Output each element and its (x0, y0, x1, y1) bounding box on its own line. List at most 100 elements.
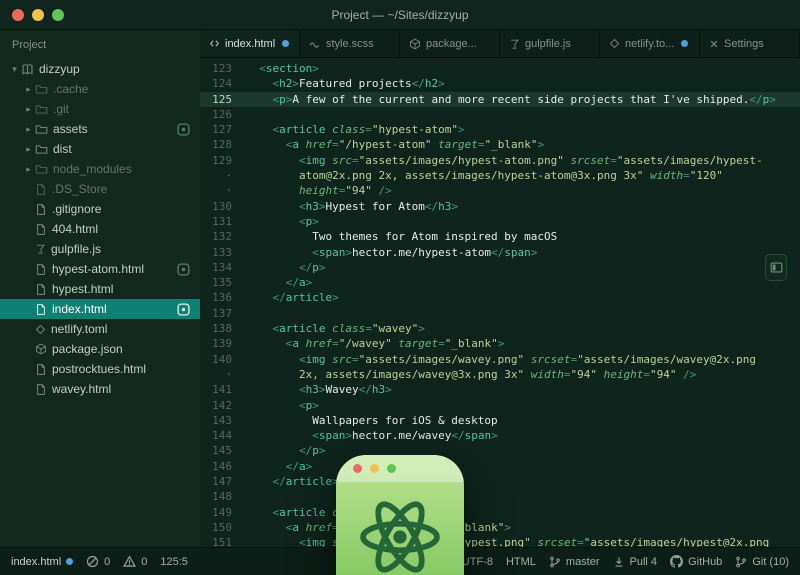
code-line[interactable]: 148 (200, 489, 800, 504)
code-line[interactable]: 126 (200, 107, 800, 122)
tree-item-label: .cache (53, 82, 88, 96)
code-line[interactable]: 143 Wallpapers for iOS & desktop (200, 413, 800, 428)
modified-dot-icon[interactable] (282, 40, 289, 47)
close-window-button[interactable] (12, 9, 24, 21)
code-line[interactable]: 123 <section> (200, 61, 800, 76)
code-line[interactable]: 127 <article class="hypest-atom"> (200, 122, 800, 137)
code-line[interactable]: 138 <article class="wavey"> (200, 321, 800, 336)
dock-toggle-button[interactable] (765, 254, 787, 281)
tree-item-dist[interactable]: ▸dist (0, 139, 200, 159)
tab-index.html[interactable]: index.html (200, 30, 300, 57)
tree-item-netlify.toml[interactable]: netlify.toml (0, 319, 200, 339)
code-line[interactable]: · height="94" /> (200, 183, 800, 198)
tree-item-dizzyup[interactable]: ▾dizzyup (0, 59, 200, 79)
code-text: <img src="assets/images/hypest-atom.png"… (246, 153, 763, 168)
tree-item-.gitignore[interactable]: .gitignore (0, 199, 200, 219)
tree-item-hypest.html[interactable]: hypest.html (0, 279, 200, 299)
icon-traffic-red (353, 464, 362, 473)
code-line[interactable]: 129 <img src="assets/images/hypest-atom.… (200, 153, 800, 168)
code-line[interactable]: · 2x, assets/images/wavey@3x.png 3x" wid… (200, 367, 800, 382)
tree-item-hypest-atom.html[interactable]: hypest-atom.html (0, 259, 200, 279)
chevron-icon[interactable]: ▸ (22, 124, 35, 135)
folder-icon (35, 163, 48, 176)
code-line[interactable]: 128 <a href="/hypest-atom" target="_blan… (200, 137, 800, 152)
tree-item-wavey.html[interactable]: wavey.html (0, 379, 200, 399)
cursor-position[interactable]: 125:5 (160, 556, 188, 568)
code-line[interactable]: 125 <p>A few of the current and more rec… (200, 92, 800, 107)
code-line[interactable]: 139 <a href="/wavey" target="_blank"> (200, 336, 800, 351)
status-warnings[interactable]: 0 (123, 555, 147, 568)
code-line[interactable]: 124 <h2>Featured projects</h2> (200, 76, 800, 91)
code-line[interactable]: 151 <img src="assets/images/hypest.png" … (200, 535, 800, 547)
chevron-icon[interactable]: ▸ (22, 164, 35, 175)
modified-dot-icon[interactable] (681, 40, 688, 47)
tab-netlify.to...[interactable]: netlify.to... (600, 30, 700, 57)
status-pull[interactable]: Pull 4 (613, 556, 658, 568)
tree-item-404.html[interactable]: 404.html (0, 219, 200, 239)
status-language[interactable]: HTML (506, 556, 536, 568)
tab-style.scss[interactable]: style.scss (300, 30, 400, 57)
code-text: </a> (246, 459, 312, 474)
tab-package...[interactable]: package... (400, 30, 500, 57)
code-line[interactable]: 150 <a href="/hypest" target="_blank"> (200, 520, 800, 535)
code-editor[interactable]: 123 <section>124 <h2>Featured projects</… (200, 58, 800, 547)
repo-icon (21, 63, 34, 76)
chevron-icon[interactable]: ▸ (22, 144, 35, 155)
tree-item-node_modules[interactable]: ▸node_modules (0, 159, 200, 179)
code-line[interactable]: 145 </p> (200, 443, 800, 458)
tree-item-assets[interactable]: ▸assets (0, 119, 200, 139)
code-line[interactable]: 144 <span>hector.me/wavey</span> (200, 428, 800, 443)
tree-item-label: .git (53, 102, 69, 116)
icon-traffic-yellow (370, 464, 379, 473)
code-text: <p>A few of the current and more recent … (246, 92, 776, 107)
code-line[interactable]: 136 </article> (200, 290, 800, 305)
code-line[interactable]: 141 <h3>Wavey</h3> (200, 382, 800, 397)
tree-item-index.html[interactable]: index.html (0, 299, 200, 319)
chevron-icon[interactable]: ▸ (22, 84, 35, 95)
tab-bar: index.htmlstyle.scsspackage... gulpfile.j… (200, 30, 800, 58)
code-line[interactable]: 142 <p> (200, 398, 800, 413)
git-status-badge-icon (177, 263, 190, 276)
status-git[interactable]: Git (10) (735, 556, 789, 568)
tab-gulpfile.js[interactable]: gulpfile.js (500, 30, 600, 57)
code-text: </p> (246, 260, 325, 275)
code-line[interactable]: 134 </p> (200, 260, 800, 275)
line-number: 133 (200, 245, 246, 260)
code-text: </p> (246, 443, 325, 458)
code-text: <article class="wavey"> (246, 321, 425, 336)
tree-item-postrocktues.html[interactable]: postrocktues.html (0, 359, 200, 379)
atom-icon-titlebar (336, 455, 464, 482)
code-line[interactable]: 146 </a> (200, 459, 800, 474)
netlify-icon (609, 38, 620, 49)
code-line[interactable]: 147 </article> (200, 474, 800, 489)
code-text: atom@2x.png 2x, assets/images/hypest-ato… (246, 168, 723, 183)
code-line[interactable]: 132 Two themes for Atom inspired by macO… (200, 229, 800, 244)
tree-item-.git[interactable]: ▸ .git (0, 99, 200, 119)
status-branch[interactable]: master (549, 556, 600, 568)
chevron-icon[interactable]: ▸ (22, 104, 35, 115)
tab-label: gulpfile.js (525, 38, 571, 50)
minimize-window-button[interactable] (32, 9, 44, 21)
tree-item-label: netlify.toml (51, 322, 107, 336)
tree-item-gulpfile.js[interactable]: gulpfile.js (0, 239, 200, 259)
status-github[interactable]: GitHub (670, 555, 722, 568)
status-errors[interactable]: 0 (86, 555, 110, 568)
code-line[interactable]: 131 <p> (200, 214, 800, 229)
chevron-icon[interactable]: ▾ (8, 64, 21, 75)
status-file[interactable]: index.html (11, 556, 73, 568)
tree-item-package.json[interactable]: package.json (0, 339, 200, 359)
zoom-window-button[interactable] (52, 9, 64, 21)
tree-item-.cache[interactable]: ▸ .cache (0, 79, 200, 99)
github-label: GitHub (688, 556, 722, 568)
code-line[interactable]: 130 <h3>Hypest for Atom</h3> (200, 199, 800, 214)
status-encoding[interactable]: UTF-8 (462, 556, 493, 568)
line-number: 128 (200, 137, 246, 152)
tree-item-.DS_Store[interactable]: .DS_Store (0, 179, 200, 199)
code-line[interactable]: 140 <img src="assets/images/wavey.png" s… (200, 352, 800, 367)
code-line[interactable]: 133 <span>hector.me/hypest-atom</span> (200, 245, 800, 260)
code-line[interactable]: 137 (200, 306, 800, 321)
code-line[interactable]: 135 </a> (200, 275, 800, 290)
tab-Settings[interactable]: Settings (700, 30, 800, 57)
code-line[interactable]: 149 <article class="hypest"> (200, 505, 800, 520)
code-line[interactable]: · atom@2x.png 2x, assets/images/hypest-a… (200, 168, 800, 183)
